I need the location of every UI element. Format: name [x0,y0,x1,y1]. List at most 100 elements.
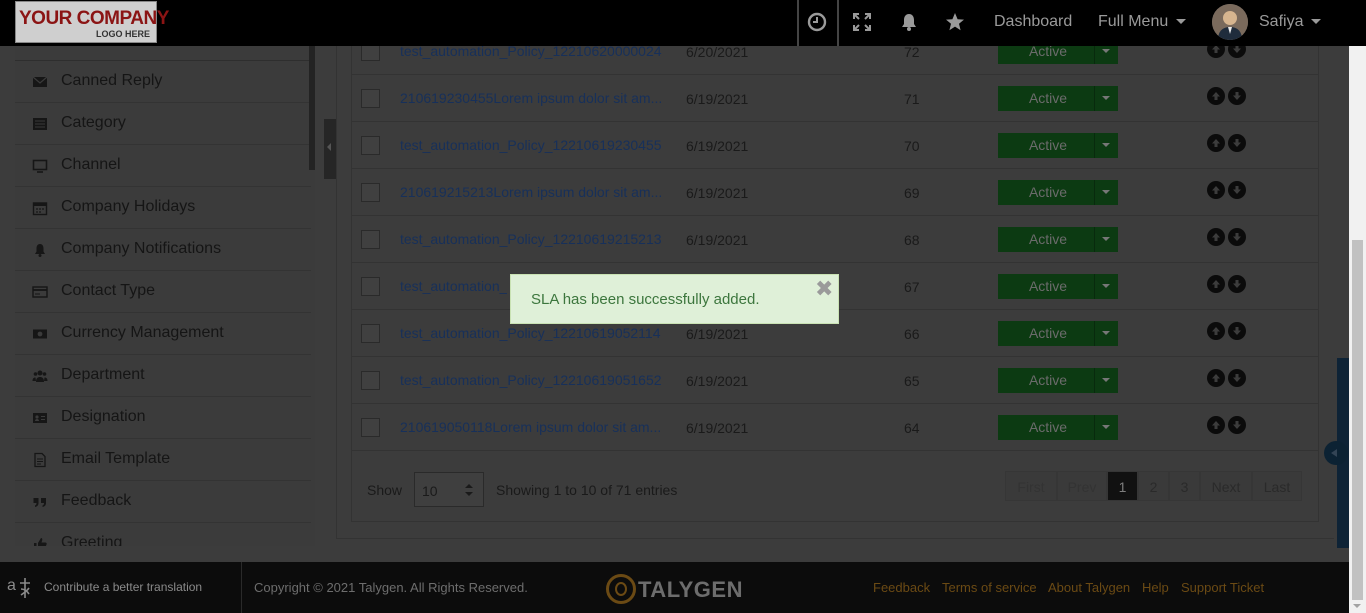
scroll-down-arrow-icon[interactable] [1353,604,1361,608]
success-toast: SLA has been successfully added. ✖ [510,274,839,324]
sla-name-link[interactable]: test_automation_Policy_12210619230455 [400,137,662,153]
sidebar-item-contact-type[interactable]: Contact Type [15,271,311,313]
sla-name-link[interactable]: test_automation_Policy_12210619215213 [400,231,662,247]
status-toggle[interactable] [1094,86,1118,111]
move-down-icon[interactable] [1228,134,1246,152]
sidebar-item-currency-management[interactable]: Currency Management [15,313,311,355]
status-toggle[interactable] [1094,321,1118,346]
status-toggle[interactable] [1094,180,1118,205]
dashboard-link[interactable]: Dashboard [994,13,1072,31]
status-dropdown[interactable]: Active [998,133,1118,158]
row-checkbox[interactable] [361,418,380,437]
footer-link-terms[interactable]: Terms of service [942,580,1037,595]
sidebar-item-company-holidays[interactable]: Company Holidays [15,187,311,229]
company-logo[interactable]: YOUR COMPANY LOGO HERE [15,1,169,43]
sidebar-scrollbar[interactable] [309,46,315,170]
full-menu-dropdown[interactable]: Full Menu [1098,13,1187,31]
status-dropdown[interactable]: Active [998,415,1118,440]
status-dropdown[interactable]: Active [998,227,1118,252]
move-up-icon[interactable] [1207,228,1225,246]
move-down-icon[interactable] [1228,228,1246,246]
sidebar-item-canned-reply[interactable]: Canned Reply [15,61,311,103]
move-up-icon[interactable] [1207,369,1225,387]
sidebar-item-greeting[interactable]: Greeting [15,523,311,546]
sidebar-item-category[interactable]: Category [15,103,311,145]
pagination-page-3[interactable]: 3 [1169,471,1200,501]
status-toggle[interactable] [1094,415,1118,440]
pagination-first[interactable]: First [1005,471,1057,501]
avatar[interactable] [1212,4,1248,40]
translate-link[interactable]: a Contribute a better translation [0,562,242,613]
status-dropdown[interactable]: Active [998,321,1118,346]
move-up-icon[interactable] [1207,275,1225,293]
status-dropdown[interactable]: Active [998,368,1118,393]
row-checkbox[interactable] [361,136,380,155]
clock-icon[interactable] [806,11,830,35]
move-down-icon[interactable] [1228,181,1246,199]
sla-name-link[interactable]: test_automation_Policy_12210619051652 [400,372,662,388]
user-name: Safiya [1259,13,1304,30]
status-toggle[interactable] [1094,133,1118,158]
status-dropdown[interactable]: Active [998,180,1118,205]
move-up-icon[interactable] [1207,134,1225,152]
pagination-prev[interactable]: Prev [1057,471,1107,501]
row-checkbox[interactable] [361,324,380,343]
footer-link-about[interactable]: About Talygen [1048,580,1130,595]
user-menu-dropdown[interactable]: Safiya [1259,13,1322,31]
side-panel-toggle[interactable] [1324,441,1348,465]
sidebar-item-company-notifications[interactable]: Company Notifications [15,229,311,271]
status-dropdown[interactable]: Active [998,274,1118,299]
sla-name-link[interactable]: test_automation_ [400,278,507,294]
status-label: Active [1028,372,1068,388]
bell-icon[interactable] [898,11,922,35]
pagination-next[interactable]: Next [1200,471,1252,501]
move-down-icon[interactable] [1228,416,1246,434]
close-icon[interactable]: ✖ [815,278,833,300]
footer-link-help[interactable]: Help [1142,580,1169,595]
status-toggle[interactable] [1094,227,1118,252]
row-checkbox[interactable] [361,89,380,108]
scrollbar-thumb[interactable] [1352,240,1363,600]
sla-name-link[interactable]: 210619230455Lorem ipsum dolor sit am... [400,90,662,106]
footer-link-feedback[interactable]: Feedback [873,580,930,595]
sidebar-item-label: Company Holidays [61,198,196,215]
row-checkbox[interactable] [361,277,380,296]
sla-name-link[interactable]: 210619050118Lorem ipsum dolor sit am... [400,419,661,435]
calendar-icon [32,200,48,216]
move-down-icon[interactable] [1228,87,1246,105]
row-checkbox[interactable] [361,183,380,202]
status-label: Active [1028,419,1068,435]
sidebar-item-feedback[interactable]: Feedback [15,481,311,523]
talygen-logo: TALYGEN [606,574,748,604]
status-toggle[interactable] [1094,368,1118,393]
pagination-page-2[interactable]: 2 [1138,471,1169,501]
page-scrollbar[interactable] [1349,0,1366,613]
move-up-icon[interactable] [1207,87,1225,105]
sidebar-item-department[interactable]: Department [15,355,311,397]
pagination-last[interactable]: Last [1252,471,1302,501]
status-dropdown[interactable]: Active [998,86,1118,111]
row-checkbox[interactable] [361,230,380,249]
move-up-icon[interactable] [1207,181,1225,199]
page-size-value: 10 [422,483,438,499]
footer-link-support[interactable]: Support Ticket [1181,580,1264,595]
move-up-icon[interactable] [1207,322,1225,340]
move-down-icon[interactable] [1228,369,1246,387]
fullscreen-icon[interactable] [851,11,875,35]
sidebar-item-email-template[interactable]: Email Template [15,439,311,481]
move-up-icon[interactable] [1207,416,1225,434]
sla-name-link[interactable]: test_automation_Policy_12210619052114 [400,325,661,341]
move-down-icon[interactable] [1228,275,1246,293]
sidebar-item-channel[interactable]: Channel [15,145,311,187]
status-toggle[interactable] [1094,274,1118,299]
sidebar: Canned Reply Category Channel Company Ho… [15,46,315,546]
sidebar-item-designation[interactable]: Designation [15,397,311,439]
sla-name-link[interactable]: 210619215213Lorem ipsum dolor sit am... [400,184,662,200]
sla-number: 64 [904,420,920,436]
move-down-icon[interactable] [1228,322,1246,340]
star-icon[interactable] [944,11,968,35]
pagination-page-1[interactable]: 1 [1107,471,1138,501]
page-size-select[interactable]: 10 [414,472,484,507]
row-checkbox[interactable] [361,371,380,390]
sidebar-collapse-toggle[interactable] [324,119,336,179]
